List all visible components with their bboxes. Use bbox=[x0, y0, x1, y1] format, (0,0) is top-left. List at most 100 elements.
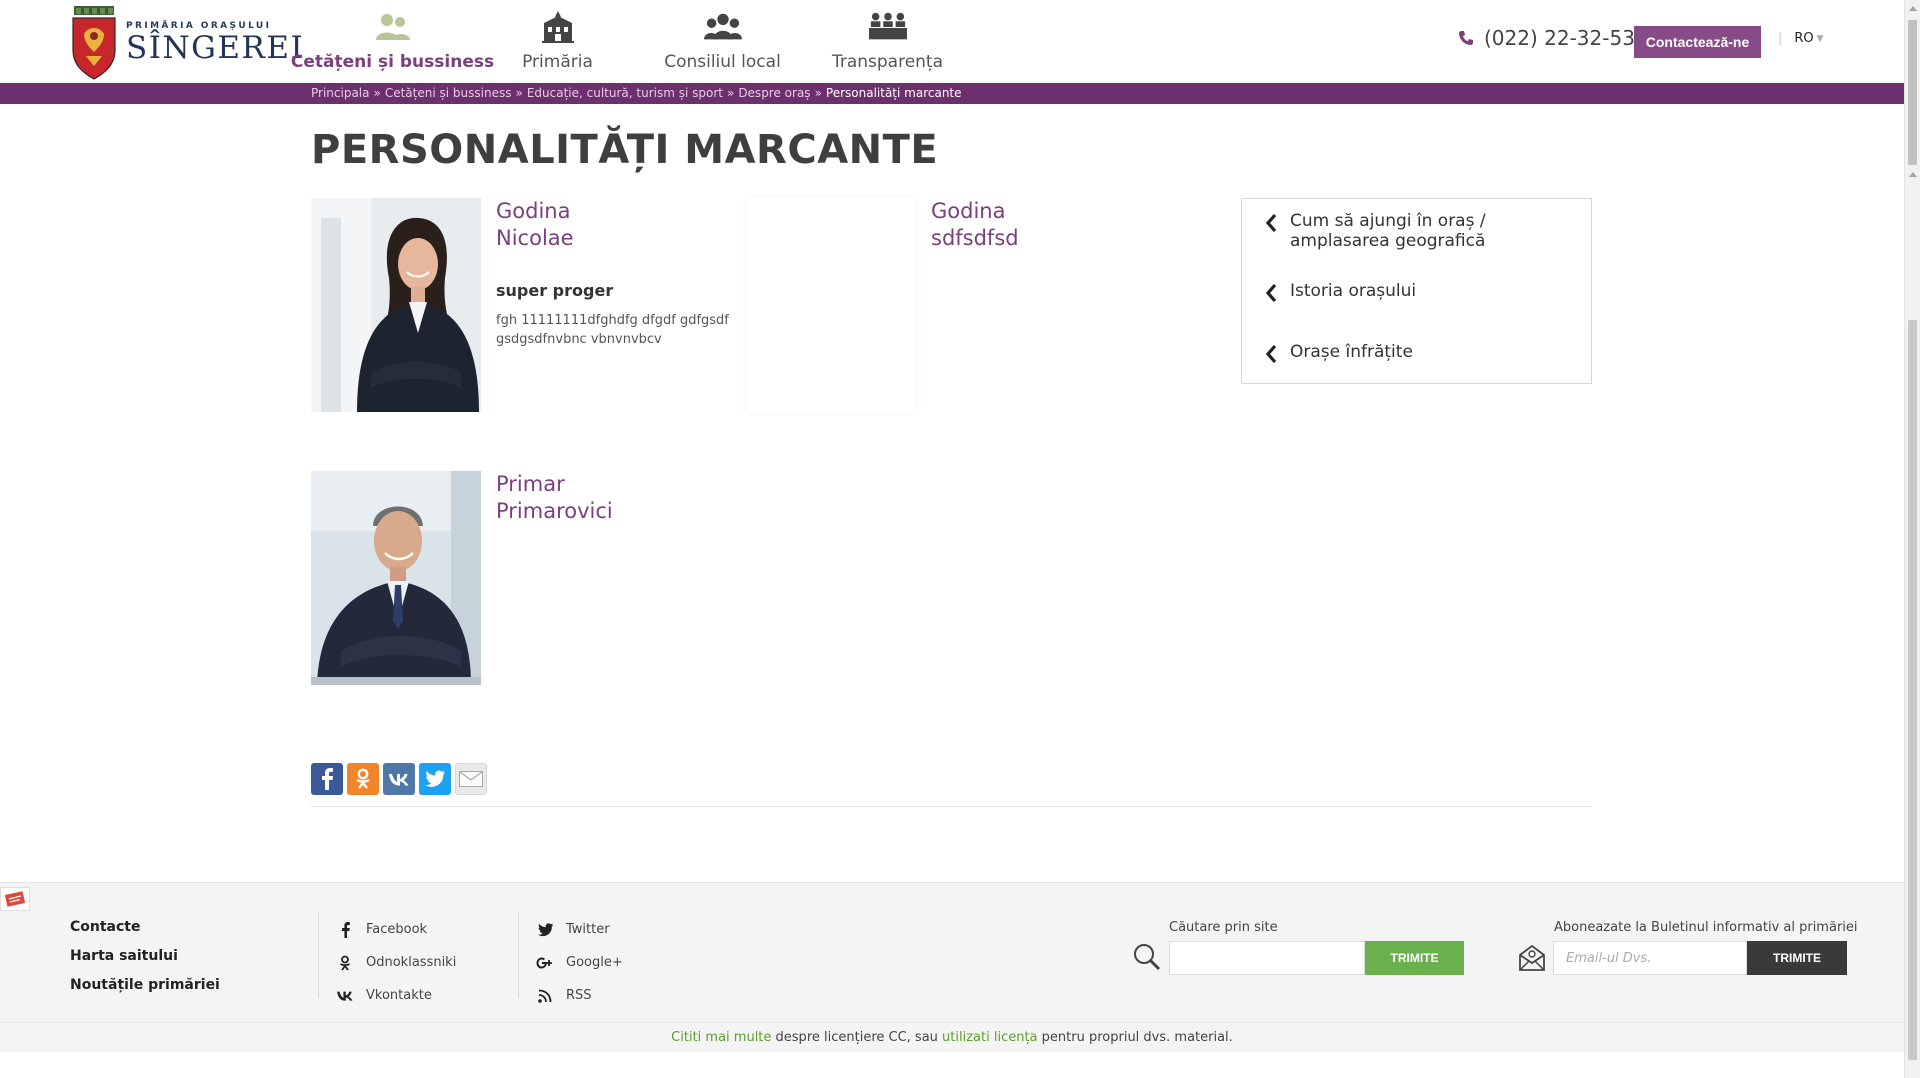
breadcrumb-separator: » bbox=[814, 86, 822, 100]
footer-link-news[interactable]: Noutățile primăriei bbox=[70, 977, 220, 993]
license-notice: Cititi mai multe despre licențiere CC, s… bbox=[0, 1022, 1904, 1052]
social-label: Twitter bbox=[566, 922, 610, 937]
person-last-name: Nicolae bbox=[496, 226, 574, 250]
main-nav: Cetățeni și bussiness Primăria Consiliul… bbox=[291, 0, 970, 83]
sidebar-item-label: Istoria orașului bbox=[1290, 281, 1417, 301]
footer-separator bbox=[518, 913, 519, 998]
person-last-name: sdfsdfsd bbox=[931, 226, 1019, 250]
man-portrait-image bbox=[311, 471, 481, 685]
newsletter-submit-button[interactable]: TRIMITE bbox=[1747, 941, 1847, 975]
page-scrollbar[interactable] bbox=[1904, 0, 1920, 1078]
search-label: Căutare prin site bbox=[1169, 920, 1278, 935]
council-icon bbox=[703, 8, 742, 46]
search-input[interactable] bbox=[1169, 941, 1365, 975]
breadcrumb-separator: » bbox=[515, 86, 523, 100]
share-buttons bbox=[311, 763, 491, 795]
language-code: RO bbox=[1794, 31, 1814, 46]
nav-item-local-council[interactable]: Consiliul local bbox=[640, 0, 805, 83]
phone-contact[interactable]: (022) 22-32-53 bbox=[1458, 26, 1635, 50]
vkontakte-icon bbox=[336, 987, 354, 1005]
person-first-name: Godina bbox=[931, 199, 1006, 223]
phone-icon bbox=[1459, 31, 1473, 45]
breadcrumb-link[interactable]: Despre oraș bbox=[738, 86, 810, 100]
nav-label: Transparența bbox=[831, 52, 944, 72]
footer-link-contacts[interactable]: Contacte bbox=[70, 919, 220, 935]
site-footer: Contacte Harta saitului Noutățile primăr… bbox=[0, 882, 1904, 1022]
license-text: pentru propriul dvs. material. bbox=[1037, 1030, 1233, 1045]
odnoklassniki-share-icon[interactable] bbox=[347, 763, 379, 795]
vkontakte-share-icon[interactable] bbox=[383, 763, 415, 795]
person-name[interactable]: Godina sdfsdfsd bbox=[931, 198, 1019, 252]
breadcrumb-link[interactable]: Principala bbox=[311, 86, 370, 100]
nav-item-city-hall[interactable]: Primăria bbox=[475, 0, 640, 83]
twitter-icon bbox=[536, 921, 554, 939]
footer-rss-link[interactable]: RSS bbox=[536, 979, 623, 1012]
contact-button[interactable]: Contactează-ne bbox=[1634, 26, 1761, 58]
content-divider bbox=[311, 806, 1592, 807]
scrollbar-thumb[interactable] bbox=[1908, 20, 1917, 165]
license-read-more-link[interactable]: Cititi mai multe bbox=[671, 1030, 771, 1045]
facebook-share-icon[interactable] bbox=[311, 763, 343, 795]
nav-label: Cetățeni și bussiness bbox=[290, 52, 495, 72]
footer-link-sitemap[interactable]: Harta saitului bbox=[70, 948, 220, 964]
sidebar-item-label: amplasarea geografică bbox=[1290, 231, 1486, 251]
site-logo[interactable]: PRIMĂRIA ORAȘULUI SÎNGEREI bbox=[70, 6, 304, 80]
sidebar-item-history[interactable]: Istoria orașului bbox=[1264, 281, 1416, 303]
chevron-left-icon bbox=[1265, 283, 1277, 303]
nav-label: Primăria bbox=[522, 52, 593, 72]
nav-item-transparency[interactable]: Transparența bbox=[805, 0, 970, 83]
breadcrumb-separator: » bbox=[373, 86, 381, 100]
scrollbar-track-thumb[interactable] bbox=[1908, 320, 1917, 1060]
person-name[interactable]: Godina Nicolae bbox=[496, 198, 574, 252]
site-header: PRIMĂRIA ORAȘULUI SÎNGEREI Cetățeni și b… bbox=[0, 0, 1904, 83]
breadcrumb-link[interactable]: Cetățeni și bussiness bbox=[385, 86, 512, 100]
newsletter-email-input[interactable]: Email-ul Dvs. bbox=[1553, 941, 1747, 975]
person-card: Primar Primarovici bbox=[311, 471, 731, 686]
breadcrumb-link[interactable]: Educație, cultură, turism și sport bbox=[527, 86, 723, 100]
city-crest-icon bbox=[72, 6, 116, 80]
search-icon bbox=[1134, 944, 1161, 971]
nav-item-citizens[interactable]: Cetățeni și bussiness bbox=[291, 0, 494, 83]
person-first-name: Godina bbox=[496, 199, 571, 223]
breadcrumb-bar: Principala» Cetățeni și bussiness» Educați… bbox=[0, 83, 1904, 104]
sidebar-item-twin-cities[interactable]: Orașe înfrățite bbox=[1264, 342, 1413, 364]
social-links-col1: Facebook Odnoklassniki Vkontakte bbox=[336, 913, 456, 1012]
social-links-col2: Twitter Google+ RSS bbox=[536, 913, 623, 1012]
social-label: RSS bbox=[566, 988, 592, 1003]
person-photo[interactable] bbox=[311, 471, 481, 685]
logo-title: SÎNGEREI bbox=[126, 30, 305, 66]
language-separator: | bbox=[1778, 31, 1783, 46]
footer-vkontakte-link[interactable]: Vkontakte bbox=[336, 979, 456, 1012]
language-selector[interactable]: | RO ▼ bbox=[1778, 31, 1824, 46]
person-photo-placeholder[interactable] bbox=[746, 198, 916, 412]
search-submit-button[interactable]: TRIMITE bbox=[1365, 941, 1464, 975]
footer-twitter-link[interactable]: Twitter bbox=[536, 913, 623, 946]
sidebar-item-how-to-get[interactable]: Cum să ajungi în oraș / amplasarea geogr… bbox=[1264, 211, 1486, 251]
footer-facebook-link[interactable]: Facebook bbox=[336, 913, 456, 946]
person-first-name: Primar bbox=[496, 472, 565, 496]
social-label: Facebook bbox=[366, 922, 428, 937]
person-last-name: Primarovici bbox=[496, 499, 613, 523]
footer-links: Contacte Harta saitului Noutățile primăr… bbox=[70, 919, 220, 1006]
chevron-down-icon: ▼ bbox=[1816, 33, 1824, 44]
person-role: super proger bbox=[496, 281, 614, 300]
newsletter-envelope-icon bbox=[1519, 944, 1545, 971]
newsletter-label: Aboneazate la Buletinul informativ al pr… bbox=[1554, 920, 1858, 935]
breadcrumb-separator: » bbox=[726, 86, 735, 100]
person-photo[interactable] bbox=[311, 198, 481, 412]
email-share-icon[interactable] bbox=[455, 763, 487, 795]
scroll-up-arrow-icon[interactable] bbox=[1909, 6, 1917, 11]
footer-odnoklassniki-link[interactable]: Odnoklassniki bbox=[336, 946, 456, 979]
woman-portrait-image bbox=[311, 198, 481, 412]
social-label: Google+ bbox=[566, 955, 623, 970]
license-use-link[interactable]: utilizati licența bbox=[942, 1030, 1037, 1045]
twitter-share-icon[interactable] bbox=[419, 763, 451, 795]
transparency-icon bbox=[868, 8, 907, 46]
cc-badge-icon[interactable] bbox=[0, 887, 30, 911]
odnoklassniki-icon bbox=[336, 954, 354, 972]
social-label: Vkontakte bbox=[366, 988, 432, 1003]
person-name[interactable]: Primar Primarovici bbox=[496, 471, 613, 525]
phone-number: (022) 22-32-53 bbox=[1484, 26, 1635, 50]
scroll-up-arrow-icon[interactable] bbox=[1909, 172, 1917, 177]
footer-googleplus-link[interactable]: Google+ bbox=[536, 946, 623, 979]
